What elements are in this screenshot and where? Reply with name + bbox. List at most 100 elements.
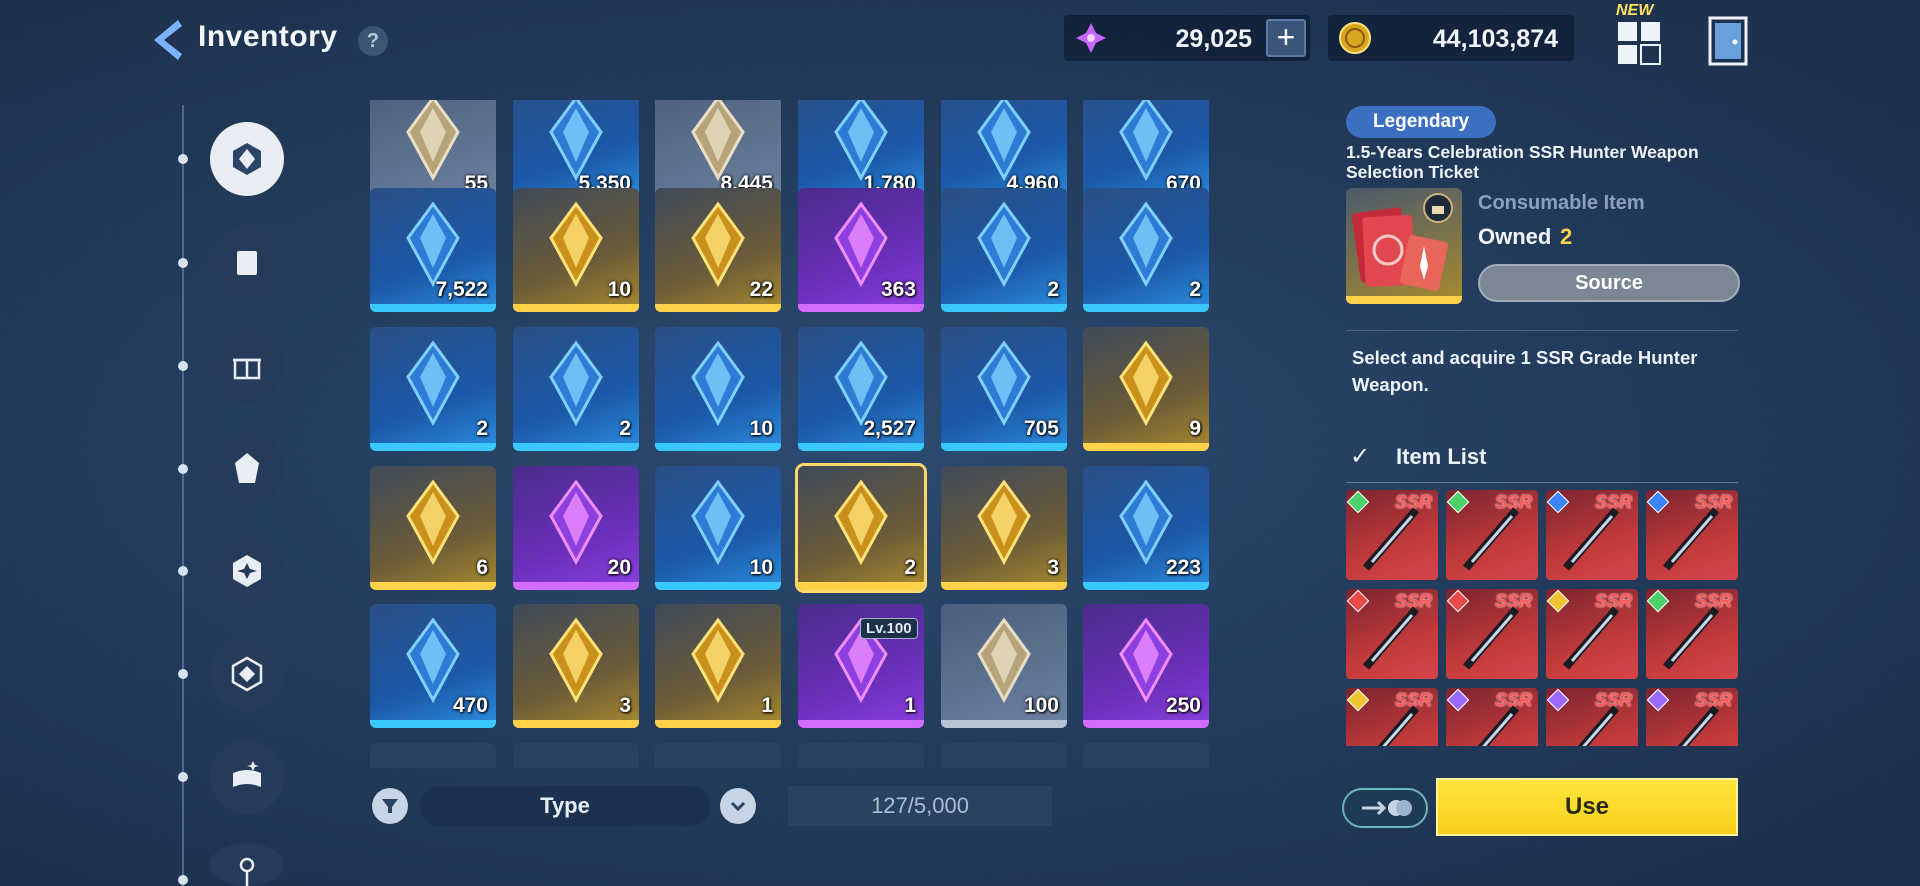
gem-currency: 29,025 + [1064,15,1310,61]
gift-icon [233,358,261,380]
inventory-item[interactable]: 2 [795,463,927,593]
inventory-item[interactable]: 1 [655,604,781,728]
help-button[interactable]: ? [358,26,388,56]
purple-lantern-icon [1119,617,1173,704]
inventory-item[interactable]: 2 [513,327,639,451]
inventory-item[interactable]: 3 [941,466,1067,590]
auto-select-button[interactable] [1342,788,1428,828]
item-quantity: 470 [452,694,488,717]
inventory-item[interactable]: 2 [370,327,496,451]
item-quantity: 10 [749,417,773,440]
item-quantity: 2 [1047,278,1059,301]
ssr-ticket-icon [691,201,745,288]
rarity-bar [655,720,781,728]
weapon-icon [1662,507,1720,571]
rarity-bar [1083,304,1209,312]
pink-capsule-icon [834,340,888,427]
rarity-bar [1083,443,1209,451]
item-quantity: 3 [619,694,631,717]
inventory-item[interactable]: 7,522 [370,188,496,312]
use-button[interactable]: Use [1436,778,1738,836]
source-button[interactable]: Source [1478,264,1740,302]
filter-button[interactable] [372,788,408,824]
gold-hourglass-icon [1119,479,1173,566]
sidebar-item-emblem[interactable] [210,534,284,608]
reward-weapon-item[interactable]: SSR [1346,589,1438,679]
inventory-item[interactable]: 100 [941,604,1067,728]
reward-weapon-item[interactable]: SSR [1546,589,1638,679]
weapon-icon [1562,507,1620,571]
back-button[interactable] [148,18,188,62]
add-gems-button[interactable]: + [1266,19,1306,57]
item-quantity: 1 [761,694,773,717]
item-quantity: 6 [476,556,488,579]
inventory-item[interactable]: 705 [941,327,1067,451]
menu-grid-button[interactable]: NEW [1614,2,1666,66]
inventory-item[interactable]: 6 [370,466,496,590]
reward-weapon-item[interactable]: SSR [1546,490,1638,580]
inventory-item[interactable]: 2 [1083,188,1209,312]
sidebar-item-gift[interactable] [210,329,284,403]
sidebar-track [182,105,184,886]
key-icon [239,857,255,886]
sidebar-item-equipment[interactable] [210,122,284,196]
gold-coin-icon [1339,22,1371,54]
reward-weapon-item[interactable]: SSR [1446,490,1538,580]
inventory-item[interactable]: 22 [655,188,781,312]
inventory-item[interactable]: 223 [1083,466,1209,590]
sidebar-item-key[interactable] [210,843,284,886]
item-quantity: 10 [607,278,631,301]
inventory-grid[interactable]: 55 5,350 8,445 1,780 4,960 670 7,522 10 22 363 2 2 2… [370,100,1210,768]
inventory-slot-partial [1083,743,1209,768]
book-icon [233,761,261,787]
inventory-item[interactable]: 10 [655,466,781,590]
rarity-bar [798,582,924,590]
inventory-item[interactable]: 470 [370,604,496,728]
reward-weapon-item[interactable]: SSR [1546,688,1638,746]
silver-ticket-icon [549,201,603,288]
inventory-slot-partial [798,743,924,768]
inventory-item[interactable]: 10 [655,327,781,451]
item-list-grid[interactable]: SSR SSR SSR SSR SSR SSR SSR SSR SSR SSR SSR SSR [1346,490,1740,746]
sidebar-item-rune[interactable] [210,432,284,506]
rarity-bar [370,304,496,312]
sidebar-dot [178,669,188,679]
rune-icon [235,453,259,483]
inventory-slot-partial [370,743,496,768]
inventory-item[interactable]: 2,527 [798,327,924,451]
inventory-item[interactable]: 10 [513,188,639,312]
weapon-icon [1462,606,1520,670]
inventory-item[interactable]: 9 [1083,327,1209,451]
inventory-item[interactable]: Lv.100 1 [798,604,924,728]
reward-weapon-item[interactable]: SSR [1646,490,1738,580]
type-dropdown[interactable]: Type [420,786,710,826]
inventory-item[interactable]: 363 [798,188,924,312]
weapon-icon [1462,507,1520,571]
reward-weapon-item[interactable]: SSR [1646,688,1738,746]
type-dropdown-toggle[interactable] [720,788,756,824]
exit-button[interactable] [1706,16,1750,66]
sidebar-item-crystal[interactable] [210,637,284,711]
sidebar-dot [178,361,188,371]
gold-crystal-icon [691,340,745,427]
item-quantity: 2 [904,556,916,579]
inventory-item[interactable]: 3 [513,604,639,728]
inventory-item[interactable]: 250 [1083,604,1209,728]
item-quantity: 1 [904,694,916,717]
reward-weapon-item[interactable]: SSR [1346,490,1438,580]
owned-label: Owned [1478,224,1552,249]
reward-weapon-item[interactable]: SSR [1646,589,1738,679]
divider [1346,330,1738,331]
inventory-item[interactable]: 2 [941,188,1067,312]
sidebar-item-book[interactable] [210,740,284,814]
reward-weapon-item[interactable]: SSR [1346,688,1438,746]
sidebar-item-material[interactable] [210,226,284,300]
green-hourglass-icon [977,479,1031,566]
item-quantity: 250 [1165,694,1201,717]
item-quantity: 705 [1023,417,1059,440]
prism-icon [549,617,603,704]
inventory-item[interactable]: 20 [513,466,639,590]
reward-weapon-item[interactable]: SSR [1446,688,1538,746]
reward-weapon-item[interactable]: SSR [1446,589,1538,679]
rarity-bar [655,582,781,590]
